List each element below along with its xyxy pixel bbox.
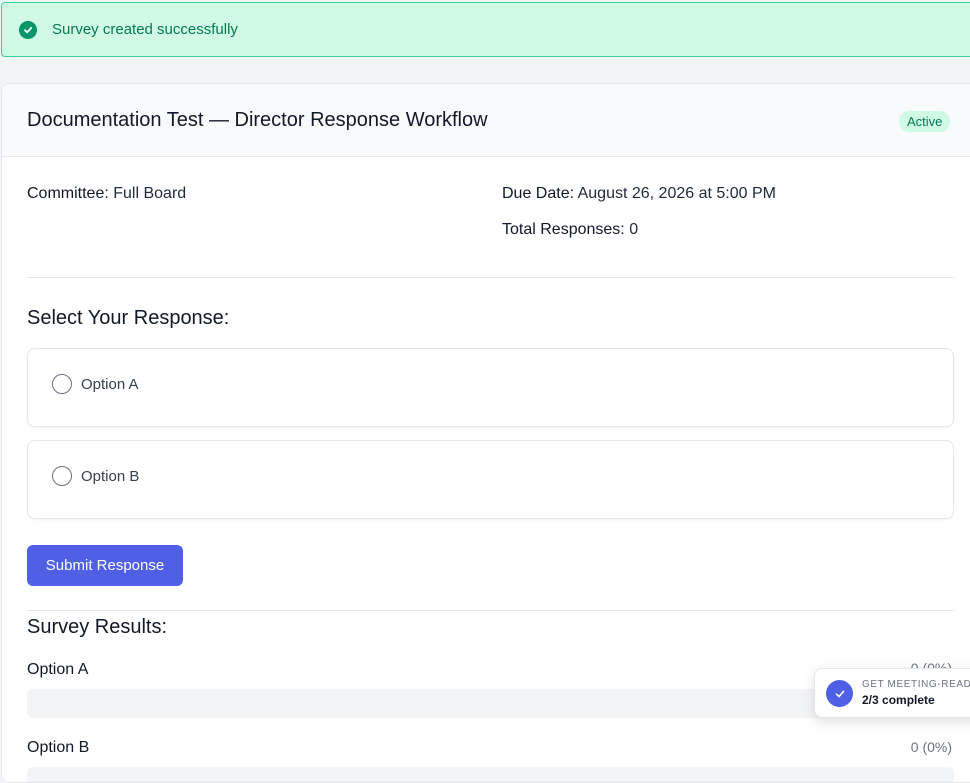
section-divider [27, 277, 954, 278]
committee-label: Committee: [27, 185, 109, 202]
radio-button[interactable] [52, 466, 72, 486]
total-responses-info: Total Responses: 0 [502, 221, 638, 239]
total-responses-value: 0 [629, 221, 639, 238]
section-divider [27, 610, 954, 611]
total-responses-label: Total Responses: [502, 221, 625, 238]
result-label-b: Option B [27, 739, 90, 756]
alert-message: Survey created successfully [52, 21, 238, 38]
due-date-value: August 26, 2026 at 5:00 PM [577, 185, 776, 202]
response-option-b[interactable]: Option B [27, 440, 954, 519]
status-badge: Active [899, 111, 951, 132]
survey-title: Documentation Test — Director Response W… [27, 109, 488, 131]
option-label: Option A [81, 376, 139, 393]
check-circle-icon [19, 20, 37, 39]
result-label-a: Option A [27, 661, 89, 678]
result-bar-b [27, 767, 954, 782]
toast-eyebrow: GET MEETING-READY [862, 679, 970, 690]
committee-info: Committee: Full Board [27, 185, 186, 203]
option-label: Option B [81, 468, 140, 485]
due-date-label: Due Date: [502, 185, 575, 202]
submit-response-button[interactable]: Submit Response [27, 545, 183, 586]
committee-value: Full Board [113, 185, 187, 202]
result-value-b: 0 (0%) [910, 739, 952, 755]
card-header: Documentation Test — Director Response W… [2, 84, 970, 157]
response-option-a[interactable]: Option A [27, 348, 954, 427]
check-icon [826, 680, 853, 707]
success-alert: Survey created successfully [1, 2, 970, 57]
meeting-ready-toast[interactable]: GET MEETING-READY 2/3 complete [814, 668, 970, 718]
toast-status: 2/3 complete [862, 693, 935, 707]
radio-button[interactable] [52, 374, 72, 394]
results-heading: Survey Results: [27, 616, 168, 638]
response-heading: Select Your Response: [27, 307, 230, 329]
due-date-info: Due Date: August 26, 2026 at 5:00 PM [502, 185, 776, 203]
